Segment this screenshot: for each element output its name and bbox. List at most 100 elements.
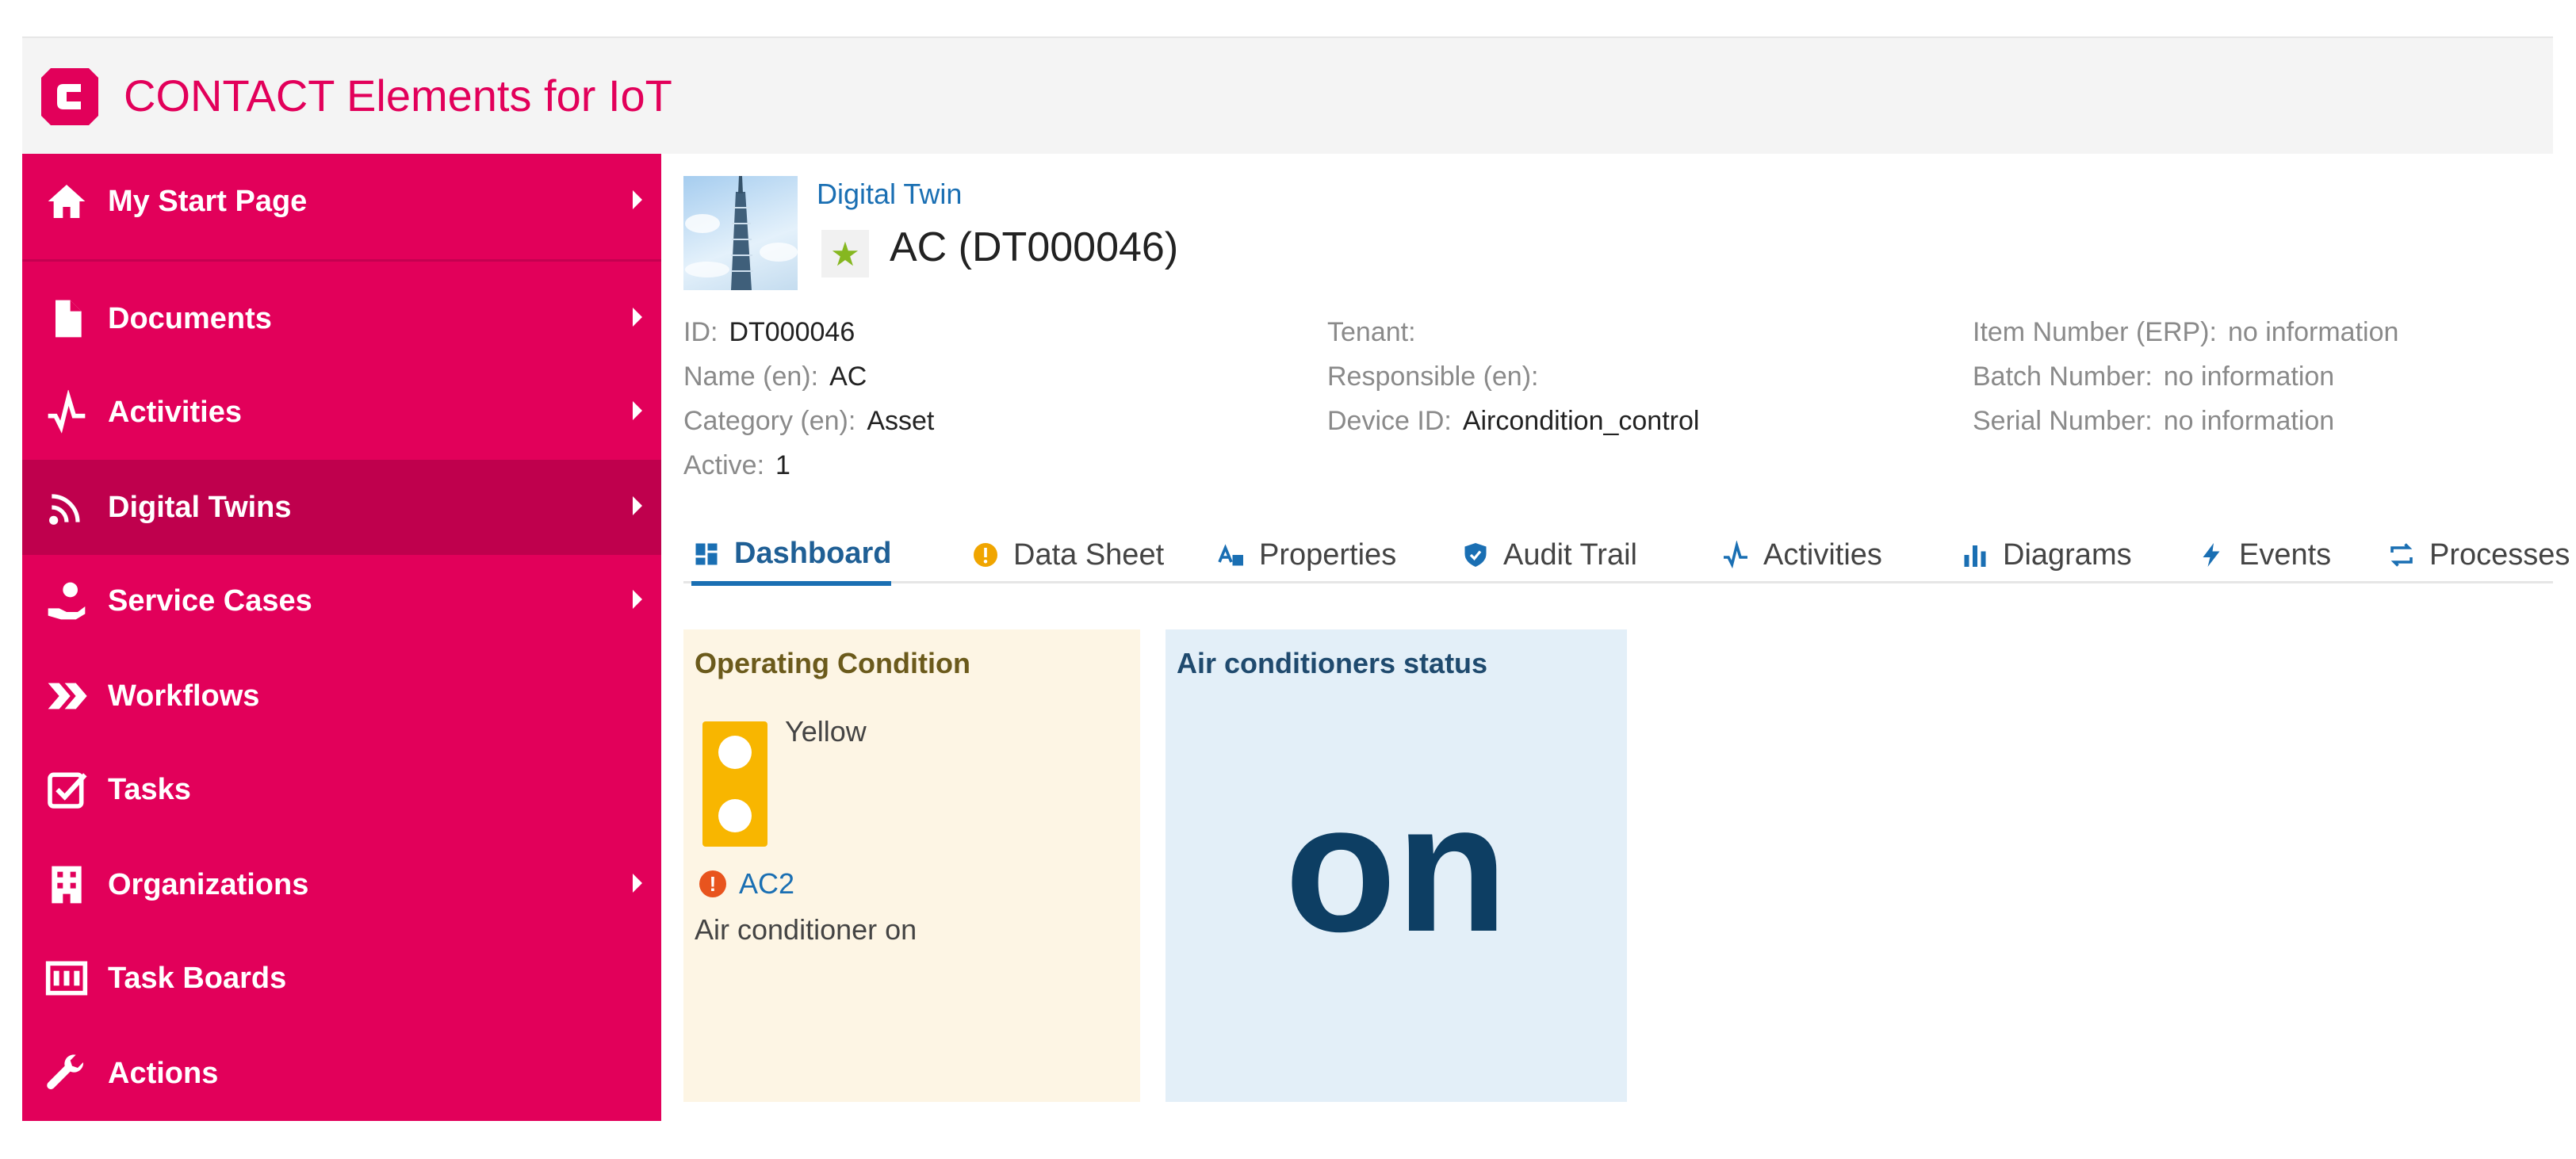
attr-active: Active: 1 [683,450,790,481]
attr-category: Category (en): Asset [683,406,934,437]
sidebar-item-workflows[interactable]: Workflows [22,648,661,744]
tab-bar: Dashboard Data Sheet Properties Audit Tr… [683,526,2570,586]
sidebar-divider [22,259,661,262]
attr-label: Name (en): [683,361,819,392]
traffic-light-dot [718,736,752,769]
attr-value: no information [2163,361,2335,392]
chevron-right-icon [633,590,642,609]
breadcrumb[interactable]: Digital Twin [817,178,962,211]
lightning-icon [2196,540,2226,570]
checkbox-icon [41,764,92,815]
traffic-light-icon [702,721,767,847]
page-title: AC (DT000046) [890,224,1179,270]
activity-icon [41,387,92,438]
attr-label: Active: [683,450,765,480]
sidebar-item-label: Documents [108,301,272,335]
tab-activities[interactable]: Activities [1721,526,1882,583]
attr-value: Asset [867,406,935,436]
service-hand-icon [41,576,92,626]
alert-message: Air conditioner on [695,913,917,946]
attr-label: Serial Number: [1973,406,2153,436]
traffic-light-dot [718,799,752,832]
sidebar-item-label: Tasks [108,772,191,806]
attr-label: ID: [683,317,718,347]
sidebar-item-actions[interactable]: Actions [22,1026,661,1121]
document-icon [41,293,92,344]
ac-status-widget: Air conditioners status on [1166,629,1627,1102]
dashboard-icon [691,539,722,569]
chevron-right-icon [633,308,642,327]
attr-label: Device ID: [1327,406,1452,436]
digital-twin-thumbnail [683,176,798,290]
sidebar-item-my-start-page[interactable]: My Start Page [22,154,661,249]
attr-label: Batch Number: [1973,361,2153,392]
tab-events[interactable]: Events [2196,526,2331,583]
chevron-right-icon [633,190,642,209]
sidebar-item-label: Workflows [108,679,260,713]
widget-title: Operating Condition [695,647,970,679]
home-icon [41,176,92,227]
tab-processes[interactable]: Processes [2387,526,2570,583]
attr-value: AC [829,361,867,392]
alert-entry[interactable]: ! AC2 [699,867,794,901]
attr-device-id: Device ID: Aircondition_control [1327,406,1699,437]
sidebar-item-label: Task Boards [108,961,287,995]
attr-label: Item Number (ERP): [1973,317,2217,347]
alert-link[interactable]: AC2 [739,867,794,901]
sidebar-item-documents[interactable]: Documents [22,271,661,366]
attr-label: Category (en): [683,406,856,436]
star-icon[interactable]: ★ [821,230,869,277]
tab-label: Events [2239,537,2332,572]
attr-batch-number: Batch Number: no information [1973,361,2334,392]
attr-name: Name (en): AC [683,361,867,392]
tab-label: Diagrams [2003,537,2132,572]
board-icon [41,953,92,1004]
sidebar-item-label: Service Cases [108,583,312,618]
tab-label: Properties [1259,537,1397,572]
app-title: CONTACT Elements for IoT [124,71,672,120]
sidebar-item-service-cases[interactable]: Service Cases [22,553,661,648]
sidebar: My Start Page Documents Activities Digit… [22,154,661,1121]
attr-label: Responsible (en): [1327,361,1539,392]
sidebar-item-label: My Start Page [108,184,308,218]
sidebar-item-activities[interactable]: Activities [22,365,661,460]
signal-icon [41,482,92,533]
sidebar-item-label: Digital Twins [108,490,292,524]
tab-diagrams[interactable]: Diagrams [1960,526,2132,583]
exclamation-icon: ! [699,870,726,897]
tab-label: Audit Trail [1503,537,1637,572]
operating-condition-widget: Operating Condition Yellow ! AC2 Air con… [683,629,1140,1102]
sidebar-item-tasks[interactable]: Tasks [22,742,661,837]
info-icon [970,540,1001,570]
status-value: on [1284,766,1508,970]
sidebar-item-organizations[interactable]: Organizations [22,837,661,932]
tab-data-sheet[interactable]: Data Sheet [970,526,1164,583]
sidebar-item-task-boards[interactable]: Task Boards [22,931,661,1026]
tab-audit-trail[interactable]: Audit Trail [1460,526,1637,583]
tab-label: Data Sheet [1013,537,1165,572]
sidebar-item-label: Activities [108,395,242,429]
shield-icon [1460,540,1491,570]
chevron-right-icon [633,874,642,893]
tab-label: Dashboard [734,537,892,570]
attr-value: Aircondition_control [1462,406,1700,436]
attr-tenant: Tenant: [1327,317,1427,348]
sidebar-item-digital-twins[interactable]: Digital Twins [22,460,661,555]
attr-value: no information [2163,406,2335,436]
tab-dashboard[interactable]: Dashboard [691,526,892,586]
contact-logo[interactable] [40,67,100,127]
sidebar-item-label: Actions [108,1056,219,1090]
activity-icon [1721,540,1751,570]
attr-label: Tenant: [1327,317,1416,347]
attr-id: ID: DT000046 [683,317,855,348]
attr-serial-number: Serial Number: no information [1973,406,2334,437]
attr-value: no information [2227,317,2399,347]
chevron-right-icon [633,401,642,420]
attr-value: 1 [775,450,790,480]
attr-value: DT000046 [729,317,855,347]
chevron-right-icon [633,496,642,515]
building-icon [41,859,92,910]
attr-item-number: Item Number (ERP): no information [1973,317,2398,348]
tab-label: Activities [1763,537,1882,572]
tab-properties[interactable]: Properties [1216,526,1396,583]
